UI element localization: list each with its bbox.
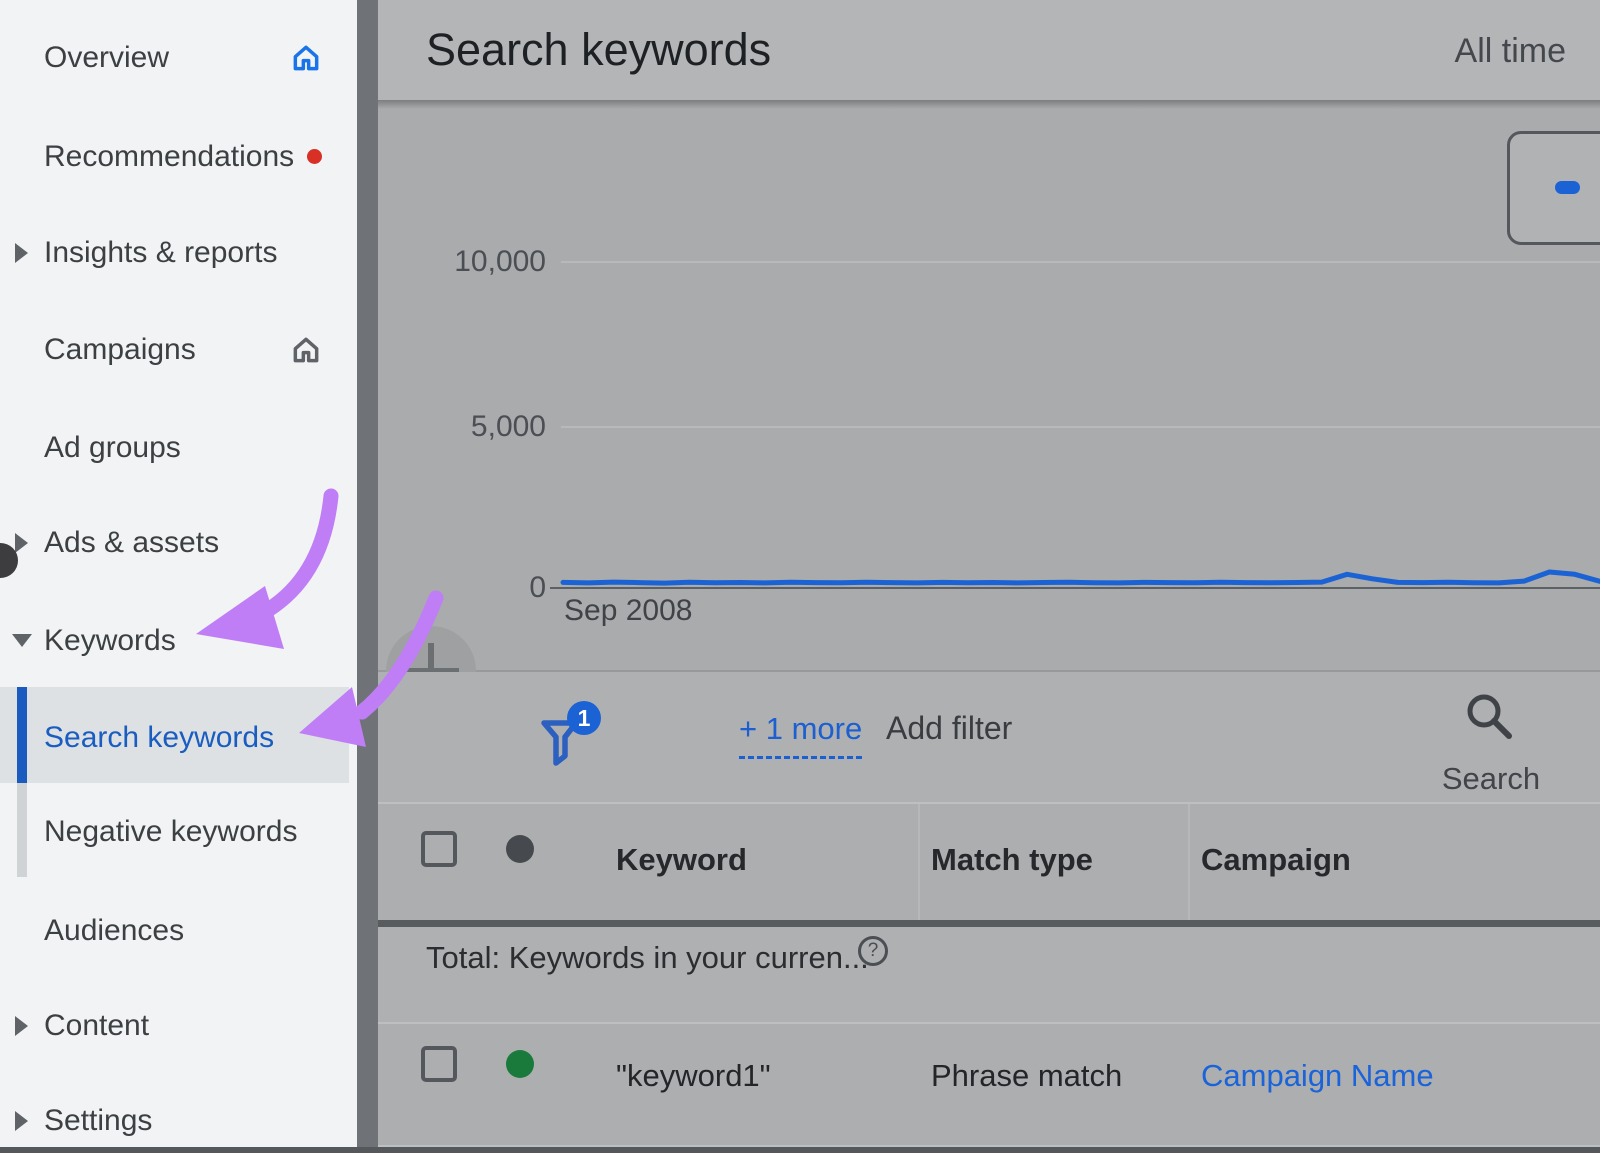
chevron-right-icon	[15, 1111, 28, 1131]
select-all-checkbox[interactable]	[421, 831, 457, 867]
x-axis-start-label: Sep 2008	[564, 594, 692, 628]
total-row-label: Total: Keywords in your curren...	[426, 940, 869, 976]
sidebar-item-settings[interactable]: Settings	[0, 1099, 357, 1143]
sidebar-item-label: Ad groups	[44, 431, 181, 465]
more-filters-link[interactable]: + 1 more	[739, 711, 862, 759]
table-row[interactable]: "keyword1" Phrase match Campaign Name	[378, 1024, 1600, 1145]
zero-tick-mark	[550, 587, 564, 589]
sidebar-item-label: Negative keywords	[44, 815, 297, 849]
sidebar-item-ads-assets[interactable]: Ads & assets	[0, 521, 357, 565]
sidebar-item-audiences[interactable]: Audiences	[0, 909, 357, 953]
status-column-icon	[506, 835, 534, 863]
chevron-right-icon	[15, 533, 28, 553]
page-header: Search keywords All time	[378, 0, 1600, 100]
home-icon	[290, 42, 322, 74]
search-icon	[1463, 690, 1515, 742]
row-checkbox[interactable]	[421, 1046, 457, 1082]
cell-campaign-link[interactable]: Campaign Name	[1201, 1058, 1434, 1094]
y-axis-tick-5000: 5,000	[396, 410, 546, 444]
sidebar-item-label: Settings	[44, 1104, 152, 1138]
main-content: Search keywords All time 10,000 5,000 0 …	[378, 0, 1600, 1153]
sidebar-item-recommendations[interactable]: Recommendations	[0, 135, 357, 179]
notification-dot-icon	[307, 149, 322, 164]
sidebar-item-label: Ads & assets	[44, 526, 219, 560]
header-shadow	[378, 100, 1600, 109]
gridline-5000	[561, 426, 1600, 428]
table-total-row: Total: Keywords in your curren... ?	[378, 927, 1600, 1022]
column-header-campaign[interactable]: Campaign	[1201, 842, 1351, 878]
filter-count-badge[interactable]: 1	[567, 701, 601, 735]
google-ads-search-keywords-page: Overview Recommendations Insights & repo…	[0, 0, 1600, 1153]
column-header-match-type[interactable]: Match type	[931, 842, 1093, 878]
sidebar-item-label: Search keywords	[44, 721, 274, 755]
home-icon	[290, 334, 322, 366]
sidebar-nav: Overview Recommendations Insights & repo…	[0, 0, 357, 1153]
bottom-edge-bar	[0, 1147, 1600, 1153]
sidebar-item-keywords[interactable]: Keywords	[0, 619, 357, 663]
sidebar-item-label: Overview	[44, 41, 169, 75]
sidebar-item-label: Campaigns	[44, 333, 196, 367]
sidebar-item-label: Insights & reports	[44, 236, 277, 270]
cell-keyword: "keyword1"	[616, 1058, 771, 1094]
sidebar-item-search-keywords[interactable]: Search keywords	[0, 716, 357, 760]
table-header-row: Keyword Match type Campaign	[378, 804, 1600, 920]
sidebar-item-label: Keywords	[44, 624, 176, 658]
sidebar-item-insights-reports[interactable]: Insights & reports	[0, 231, 357, 275]
help-icon[interactable]: ?	[858, 936, 888, 966]
search-button-label: Search	[1431, 761, 1551, 797]
search-button[interactable]: Search	[1431, 686, 1551, 796]
page-title: Search keywords	[426, 24, 771, 76]
chevron-right-icon	[15, 243, 28, 263]
y-axis-tick-0: 0	[396, 571, 546, 605]
column-header-keyword[interactable]: Keyword	[616, 842, 747, 878]
gridline-10000	[561, 261, 1600, 263]
legend-series-swatch	[1555, 181, 1580, 194]
sidebar-scrollbar[interactable]	[357, 0, 378, 1153]
date-range-selector[interactable]: All time	[1455, 32, 1566, 71]
status-enabled-icon	[506, 1050, 534, 1078]
chevron-right-icon	[15, 1016, 28, 1036]
sidebar-item-content[interactable]: Content	[0, 1004, 357, 1048]
filter-toolbar: 1 + 1 more Add filter Search	[378, 672, 1600, 802]
cell-match-type: Phrase match	[931, 1058, 1122, 1094]
chevron-down-icon	[12, 634, 32, 647]
sidebar-item-label: Audiences	[44, 914, 184, 948]
chart-legend-box[interactable]	[1507, 131, 1600, 245]
sidebar-item-negative-keywords[interactable]: Negative keywords	[0, 810, 357, 854]
sidebar-item-label: Content	[44, 1009, 149, 1043]
y-axis-tick-10000: 10,000	[396, 245, 546, 279]
sidebar-item-campaigns[interactable]: Campaigns	[0, 328, 357, 372]
sidebar-item-overview[interactable]: Overview	[0, 36, 357, 80]
sidebar-item-ad-groups[interactable]: Ad groups	[0, 426, 357, 470]
table-header-bottom-border	[378, 920, 1600, 927]
add-filter-button[interactable]: Add filter	[886, 710, 1012, 747]
sidebar-item-label: Recommendations	[44, 140, 294, 174]
